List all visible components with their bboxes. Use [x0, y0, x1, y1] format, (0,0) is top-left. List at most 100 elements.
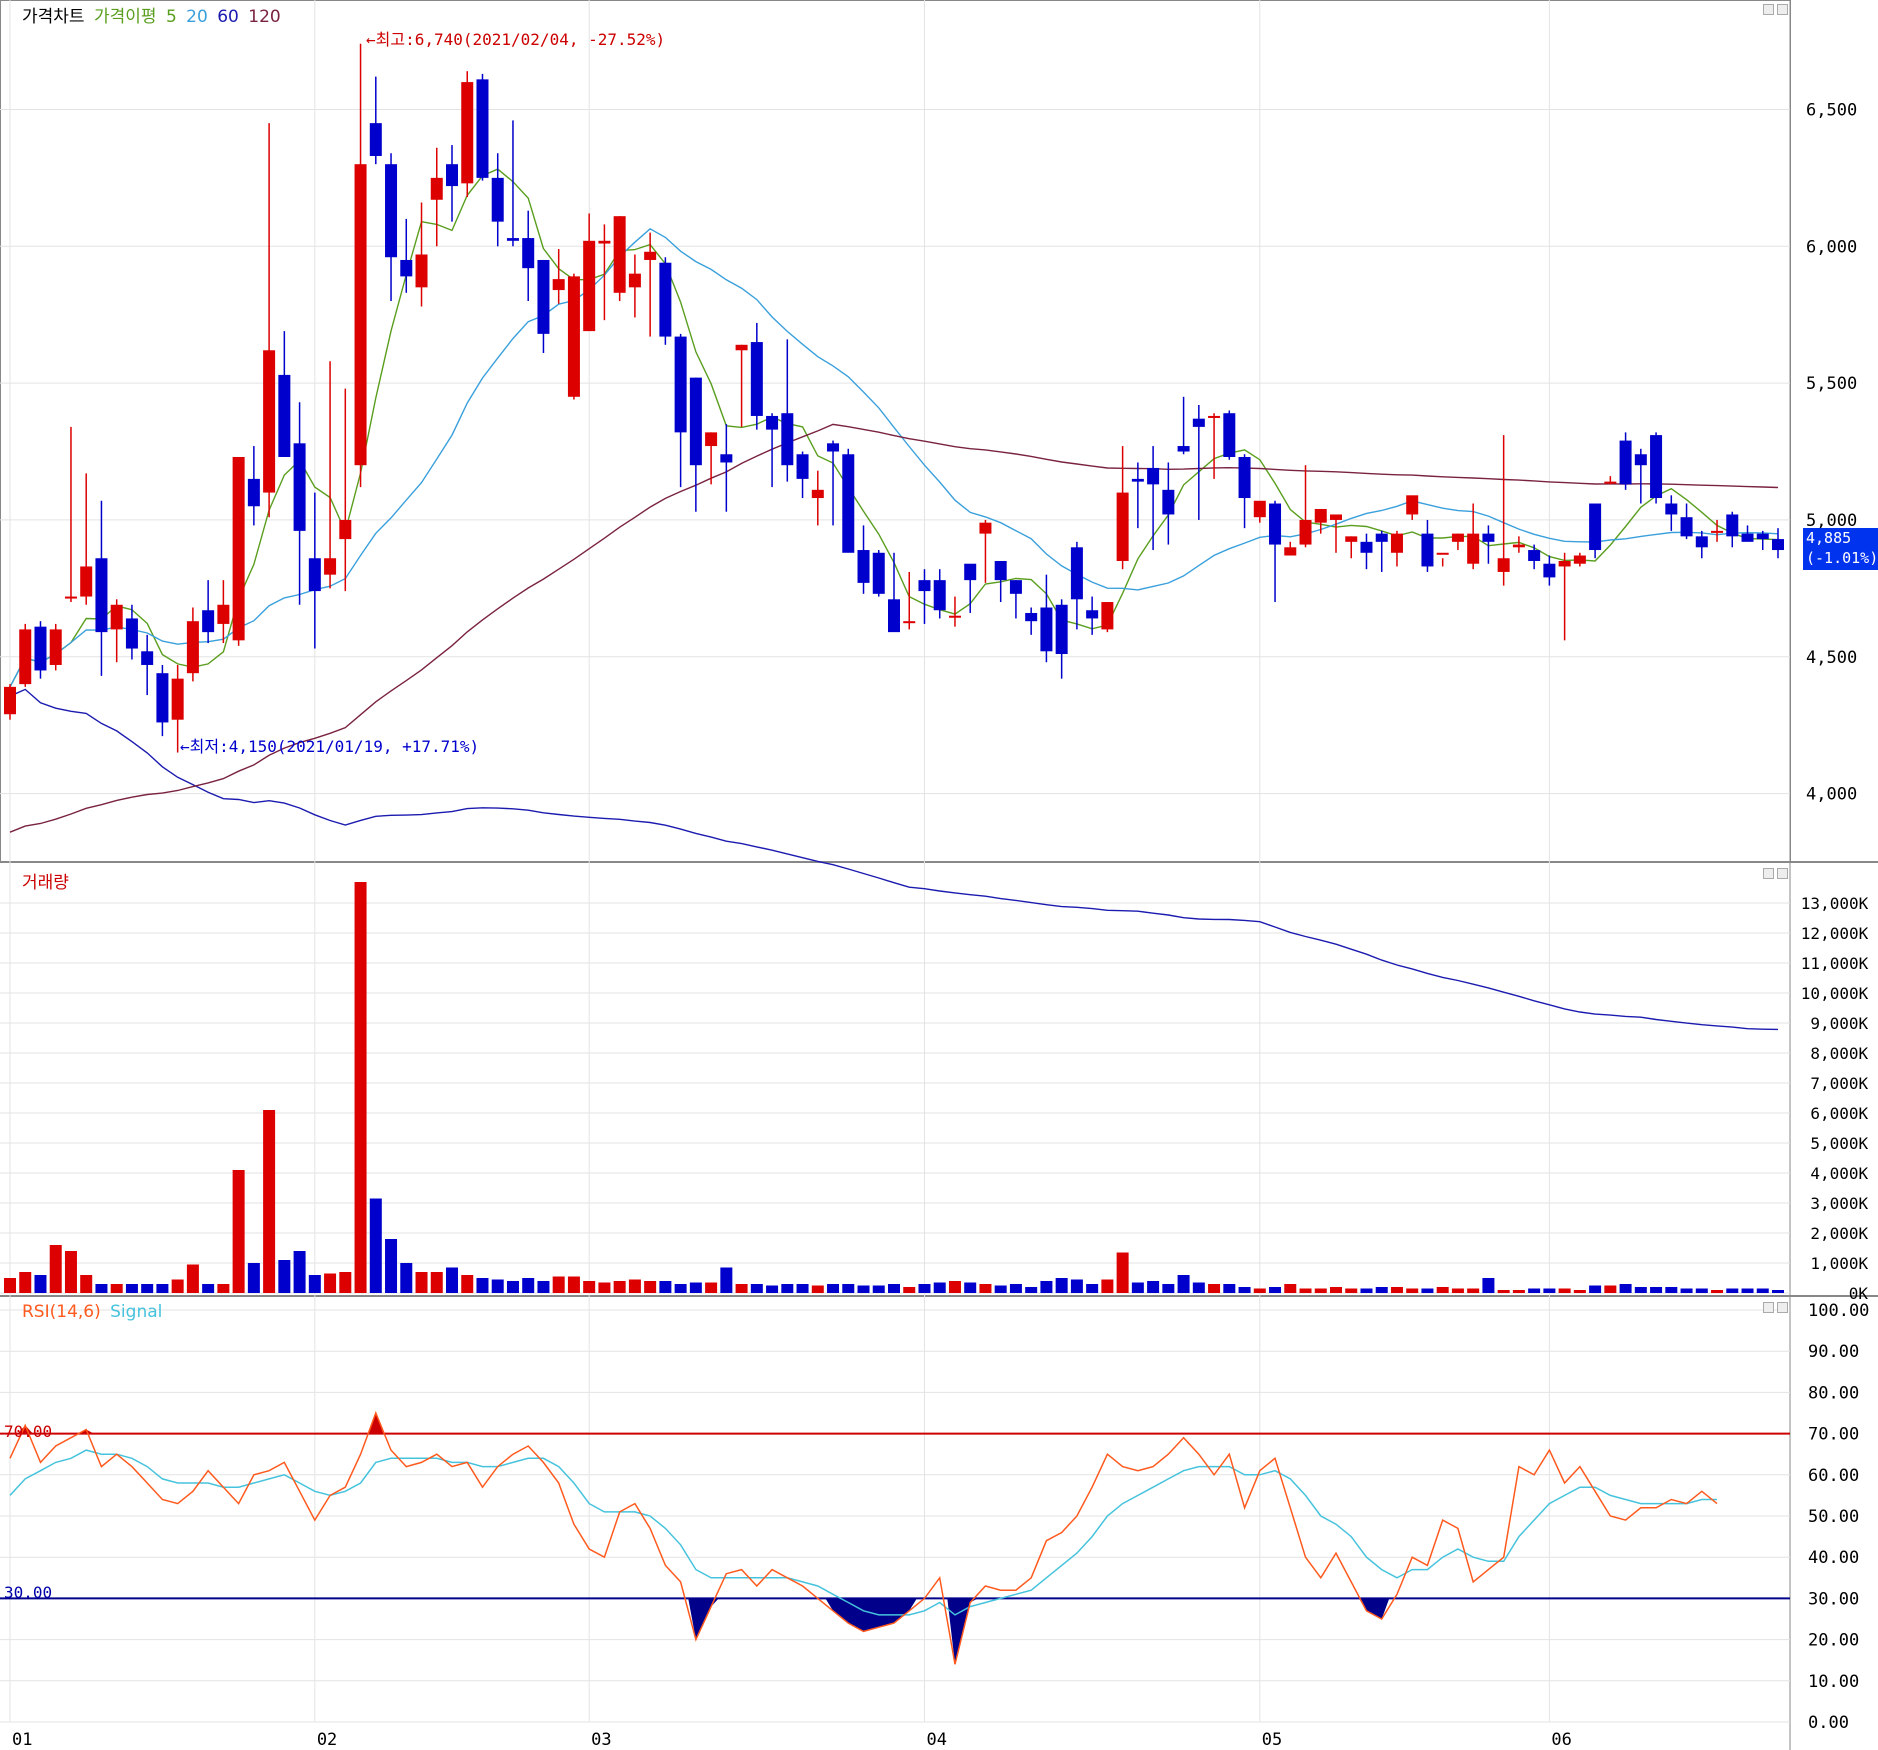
candle-body — [415, 254, 428, 288]
candle-body — [1406, 495, 1419, 515]
volume-bar — [369, 1198, 382, 1293]
candle-body — [1711, 530, 1724, 533]
rsi-panel-close-button[interactable] — [1777, 1302, 1788, 1313]
volume-bar — [522, 1278, 535, 1293]
volume-bar — [1741, 1288, 1754, 1293]
price-tick-label: 4,500 — [1806, 648, 1857, 668]
volume-bar — [141, 1284, 154, 1293]
candle-body — [446, 164, 458, 187]
candle-body — [750, 342, 763, 416]
volume-bar — [994, 1285, 1007, 1293]
volume-bar — [1421, 1288, 1434, 1293]
volume-bar — [1269, 1287, 1282, 1293]
x-tick-label: 06 — [1551, 1730, 1571, 1750]
volume-bar — [567, 1276, 580, 1293]
current-change: (-1.01%) — [1806, 549, 1878, 567]
volume-bar — [34, 1275, 47, 1293]
rsi-tick-label: 30.00 — [1808, 1589, 1859, 1609]
volume-bar — [1467, 1288, 1480, 1293]
volume-bar — [1543, 1288, 1556, 1293]
x-tick-label: 05 — [1262, 1730, 1282, 1750]
volume-bar — [1070, 1279, 1083, 1293]
volume-bar — [811, 1285, 824, 1293]
ma-60-label: 60 — [217, 7, 239, 27]
candle-body — [430, 177, 443, 200]
x-tick-label: 01 — [12, 1730, 32, 1750]
volume-bar — [95, 1284, 108, 1293]
volume-panel-minimize-button[interactable] — [1763, 868, 1774, 879]
candle-body — [628, 273, 641, 288]
volume-bar — [872, 1285, 885, 1293]
volume-title: 거래량 — [22, 873, 69, 893]
volume-bar — [1025, 1287, 1038, 1293]
candle-body — [1208, 415, 1221, 418]
candle-body — [293, 443, 306, 531]
volume-tick-label: 7,000K — [1810, 1074, 1868, 1093]
volume-bar — [278, 1260, 291, 1293]
volume-bar — [1558, 1288, 1571, 1293]
volume-bar — [232, 1170, 245, 1293]
volume-panel-close-button[interactable] — [1777, 868, 1788, 879]
volume-bar — [415, 1272, 428, 1293]
rsi-panel-minimize-button[interactable] — [1763, 1302, 1774, 1313]
price-panel-close-button[interactable] — [1777, 4, 1788, 15]
candle-body — [1177, 446, 1190, 452]
volume-bar — [263, 1110, 276, 1293]
candle-body — [171, 678, 184, 720]
volume-bar — [1497, 1290, 1510, 1293]
candle-body — [705, 432, 718, 447]
rsi-title: RSI(14,6) — [22, 1302, 101, 1322]
candle-body — [1025, 612, 1038, 622]
candle-body — [903, 621, 916, 624]
volume-bar — [1650, 1287, 1663, 1293]
candle-body — [80, 566, 93, 597]
candle-body — [1299, 519, 1312, 545]
rsi-tick-label: 50.00 — [1808, 1507, 1859, 1527]
volume-tick-label: 13,000K — [1801, 894, 1869, 913]
volume-bar — [491, 1279, 504, 1293]
volume-bar — [385, 1239, 398, 1293]
volume-bar — [400, 1263, 413, 1293]
candle-body — [1604, 481, 1617, 484]
candle — [461, 71, 474, 198]
volume-bar — [1711, 1290, 1724, 1293]
candle-body — [1421, 533, 1434, 567]
volume-bar — [948, 1281, 961, 1293]
candle-body — [1665, 503, 1678, 515]
rsi-tick-label: 90.00 — [1808, 1342, 1859, 1362]
candle — [1101, 602, 1114, 633]
rsi-tick-label: 10.00 — [1808, 1672, 1859, 1692]
stock-chart[interactable]: 01 02 03 04 05 066,5006,0005,5005,0004,5004,0… — [0, 0, 1878, 1750]
volume-bar — [583, 1281, 596, 1293]
volume-bar — [339, 1272, 352, 1293]
candle-body — [735, 344, 748, 351]
volume-bar — [1390, 1287, 1403, 1293]
volume-bar — [1238, 1287, 1251, 1293]
volume-bar — [1345, 1288, 1358, 1293]
volume-bar — [80, 1275, 93, 1293]
candle-body — [1055, 604, 1068, 655]
volume-bar — [1436, 1287, 1449, 1293]
volume-bar — [430, 1272, 443, 1293]
candle-body — [567, 276, 580, 397]
candle-body — [1101, 602, 1114, 630]
candle-body — [552, 279, 565, 291]
candle-body — [491, 177, 504, 222]
candle-body — [217, 604, 230, 624]
candle-body — [354, 164, 367, 466]
volume-bar — [1284, 1284, 1297, 1293]
candle-body — [827, 443, 840, 452]
candle-body — [1253, 500, 1266, 518]
candle-body — [1741, 533, 1754, 542]
volume-bar — [125, 1284, 138, 1293]
volume-bar — [1589, 1285, 1602, 1293]
volume-bar — [1208, 1284, 1221, 1293]
price-panel-minimize-button[interactable] — [1763, 4, 1774, 15]
volume-bar — [689, 1282, 702, 1293]
candle-body — [1390, 533, 1403, 553]
candle-body — [1772, 539, 1784, 551]
volume-bar — [1634, 1287, 1647, 1293]
volume-bar — [1040, 1281, 1053, 1293]
price-title: 가격차트 — [22, 7, 85, 27]
volume-bar — [1451, 1288, 1464, 1293]
